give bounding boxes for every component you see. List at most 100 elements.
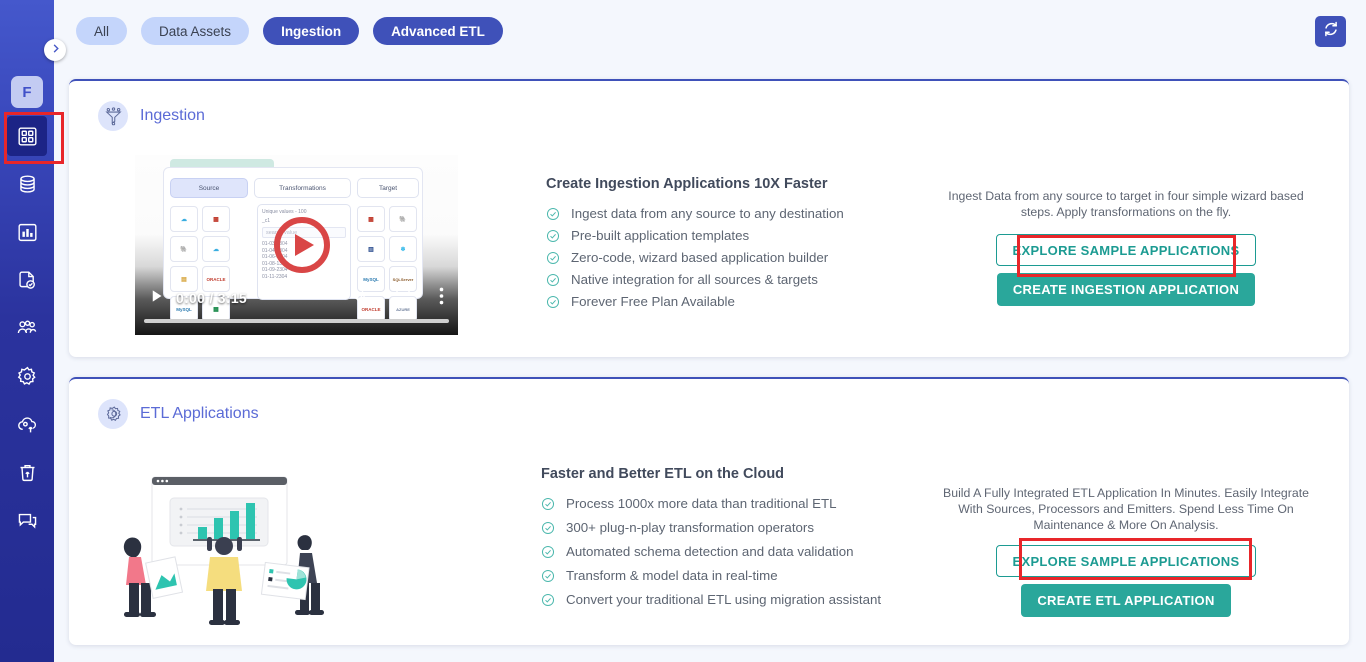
fullscreen-button[interactable] [395, 288, 411, 309]
etl-feature-title: Faster and Better ETL on the Cloud [541, 466, 785, 482]
check-circle-icon [546, 251, 560, 265]
explore-sample-applications-button-etl[interactable]: EXPLORE SAMPLE APPLICATIONS [995, 545, 1257, 577]
feature-text: Forever Free Plan Available [571, 294, 735, 309]
bar-chart-icon [17, 222, 38, 243]
etl-card-header: ETL Applications [69, 379, 1349, 429]
check-circle-icon [541, 569, 555, 583]
thumb-icon-redshift-target: ▩ [357, 206, 385, 232]
sidebar-item-data-sources[interactable] [7, 164, 47, 204]
check-circle-icon [546, 207, 560, 221]
dashboard-grid-icon [17, 126, 38, 147]
filter-pill-advanced-etl[interactable]: Advanced ETL [373, 17, 503, 45]
etl-gear-icon [98, 399, 128, 429]
check-circle-icon [546, 273, 560, 287]
ingestion-cta-description: Ingest Data from any source to target in… [948, 189, 1304, 219]
volume-button[interactable] [349, 287, 367, 310]
database-icon [17, 174, 38, 195]
feature-text: Ingest data from any source to any desti… [571, 206, 844, 221]
sidebar-item-deployments[interactable] [7, 404, 47, 444]
chat-icon [17, 510, 38, 531]
sidebar-item-settings[interactable] [7, 356, 47, 396]
feature-text: Zero-code, wizard based application buil… [571, 250, 829, 265]
thumb-tab-transformations: Transformations [254, 178, 351, 198]
top-filter-bar: All Data Assets Ingestion Advanced ETL [54, 0, 1366, 62]
feature-text: 300+ plug-n-play transformation operator… [566, 520, 814, 535]
feature-text: Process 1000x more data than traditional… [566, 496, 837, 511]
check-circle-icon [546, 295, 560, 309]
thumb-icon-cloud: ☁ [202, 236, 230, 262]
sidebar-item-users[interactable] [7, 308, 47, 348]
filter-pill-ingestion[interactable]: Ingestion [263, 17, 360, 45]
sidebar-item-recycle-bin[interactable] [7, 452, 47, 492]
gear-icon [17, 366, 38, 387]
feature-text: Automated schema detection and data vali… [566, 544, 854, 559]
feature-text: Convert your traditional ETL using migra… [566, 592, 882, 607]
create-ingestion-application-button[interactable]: CREATE INGESTION APPLICATION [996, 273, 1256, 306]
play-overlay-button[interactable] [274, 217, 330, 273]
thumb-tab-target: Target [357, 178, 419, 198]
feature-item: Pre-built application templates [546, 228, 844, 243]
thumb-panel-label: Unique values - 100 [262, 209, 307, 215]
check-circle-icon [541, 545, 555, 559]
feature-item: Zero-code, wizard based application buil… [546, 250, 844, 265]
feature-item: Process 1000x more data than traditional… [541, 496, 881, 511]
thumb-tab-source: Source [170, 178, 248, 198]
cloud-upload-icon [17, 414, 38, 435]
ingestion-card-title: Ingestion [140, 107, 205, 124]
refresh-button[interactable] [1315, 15, 1346, 47]
etl-cta-description: Build A Fully Integrated ETL Application… [943, 486, 1309, 532]
check-circle-icon [541, 593, 555, 607]
filter-pill-all[interactable]: All [76, 17, 128, 45]
feature-item: Ingest data from any source to any desti… [546, 206, 844, 221]
video-time-display: 0:00 / 3:15 [176, 290, 248, 306]
filter-pill-data-assets[interactable]: Data Assets [141, 17, 250, 45]
thumb-icon-salesforce: ☁ [170, 206, 198, 232]
video-progress-bar[interactable] [144, 319, 449, 323]
play-icon [295, 234, 314, 256]
check-circle-icon [541, 521, 555, 535]
feature-item: Native integration for all sources & tar… [546, 272, 844, 287]
chevron-right-icon [50, 41, 61, 59]
refresh-icon [1322, 20, 1340, 43]
ingestion-feature-title: Create Ingestion Applications 10X Faster [546, 176, 828, 192]
play-button[interactable] [149, 288, 164, 309]
users-icon [16, 317, 38, 339]
explore-sample-applications-button-ingestion[interactable]: EXPLORE SAMPLE APPLICATIONS [995, 234, 1257, 266]
etl-cta: Build A Fully Integrated ETL Application… [936, 485, 1316, 617]
thumb-icon-redshift: ▩ [202, 206, 230, 232]
feature-item: 300+ plug-n-play transformation operator… [541, 520, 881, 535]
sidebar-item-reports[interactable] [7, 260, 47, 300]
etl-feature-list: Faster and Better ETL on the Cloud Proce… [541, 466, 881, 616]
thumb-row: 01-11-2304 [262, 273, 288, 280]
thumb-icon-postgres: 🐘 [170, 236, 198, 262]
etl-illustration [105, 465, 350, 630]
thumb-icon-postgres-target: 🐘 [389, 206, 417, 232]
user-avatar[interactable]: F [11, 76, 43, 108]
etl-card-title: ETL Applications [140, 405, 259, 422]
create-etl-application-button[interactable]: CREATE ETL APPLICATION [1021, 584, 1231, 617]
sidebar-item-analytics[interactable] [7, 212, 47, 252]
feature-text: Transform & model data in real-time [566, 568, 778, 583]
ingestion-cta: Ingest Data from any source to target in… [940, 188, 1312, 306]
ingestion-video-player[interactable]: Source Transformations Target ☁ ▩ 🐘 ☁ ▤ … [135, 155, 458, 335]
ingestion-card-header: Ingestion [69, 81, 1349, 131]
sidebar-item-support-chat[interactable] [7, 500, 47, 540]
feature-text: Pre-built application templates [571, 228, 750, 243]
feature-item: Transform & model data in real-time [541, 568, 881, 583]
kebab-menu-icon[interactable] [439, 287, 444, 310]
feature-item: Automated schema detection and data vali… [541, 544, 881, 559]
check-circle-icon [541, 497, 555, 511]
ingestion-feature-list: Create Ingestion Applications 10X Faster… [546, 176, 844, 316]
thumb-icon-bigdata: ▥ [357, 236, 385, 262]
feature-item: Forever Free Plan Available [546, 294, 844, 309]
thumb-icon-snowflake: ❄ [389, 236, 417, 262]
funnel-ingestion-icon [98, 101, 128, 131]
video-controls: 0:00 / 3:15 [135, 283, 458, 313]
trash-upload-icon [17, 462, 38, 483]
sidebar: F [0, 0, 64, 662]
document-check-icon [17, 270, 38, 291]
sidebar-item-dashboard[interactable] [4, 112, 64, 164]
feature-item: Convert your traditional ETL using migra… [541, 592, 881, 607]
check-circle-icon [546, 229, 560, 243]
sidebar-expand-button[interactable] [44, 39, 66, 61]
